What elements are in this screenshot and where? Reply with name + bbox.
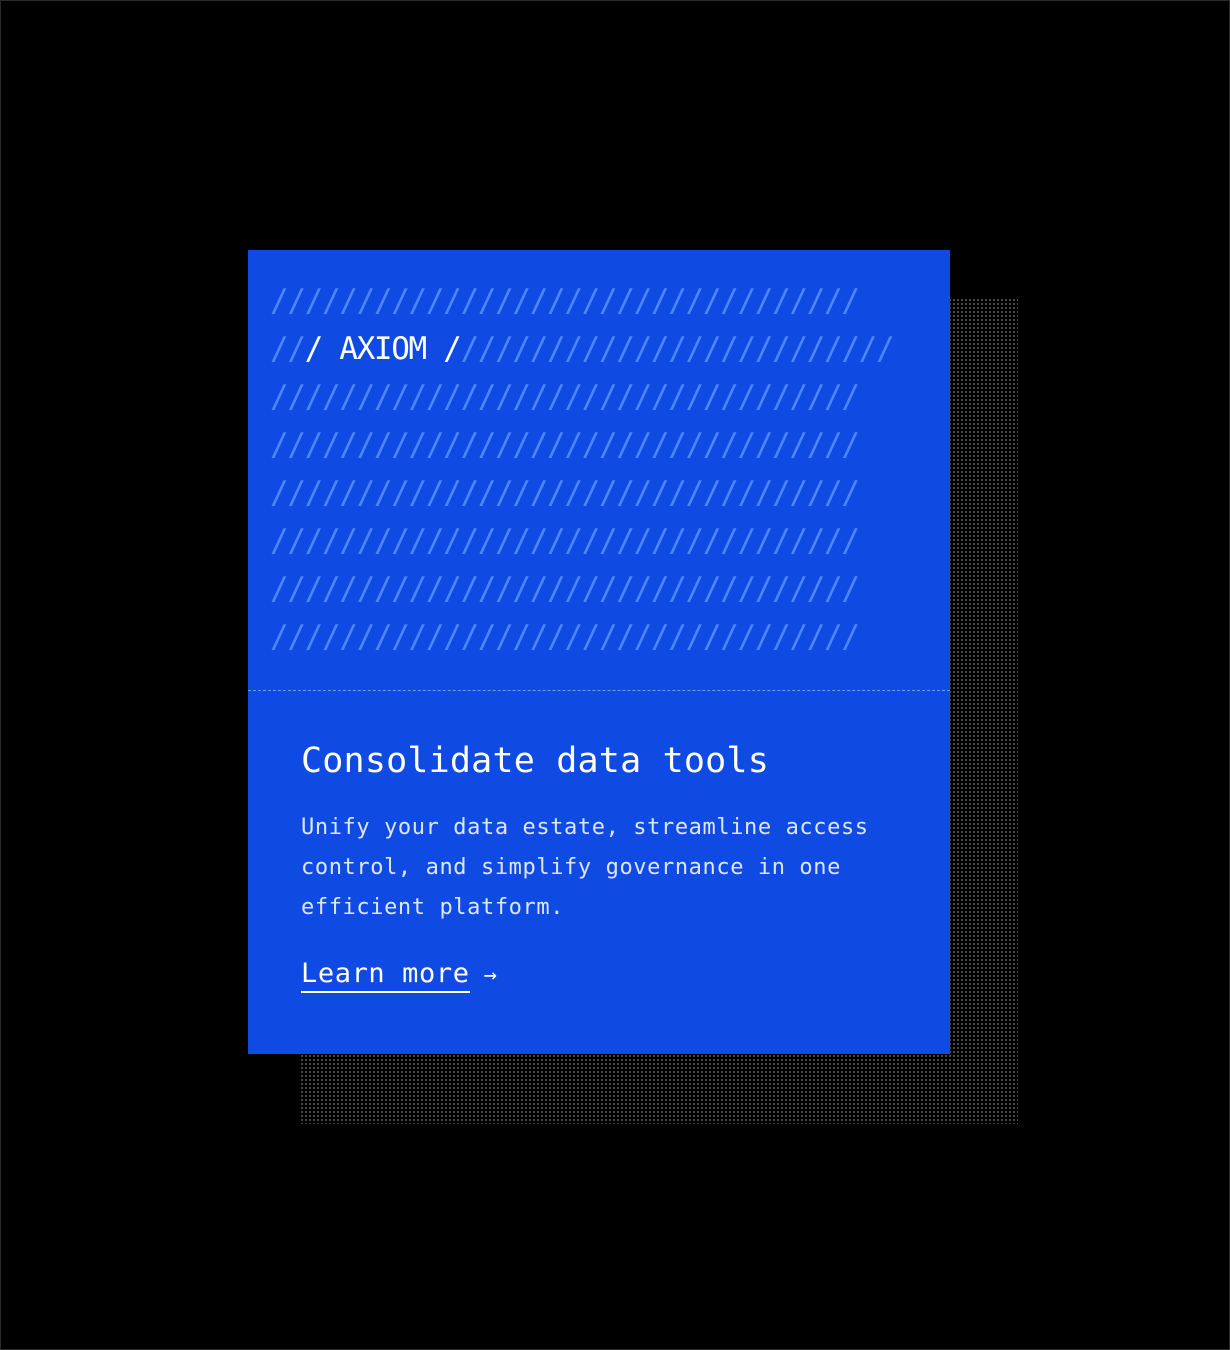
dashed-divider [248, 690, 950, 691]
card-description: Unify your data estate, streamline acces… [301, 815, 869, 920]
brand-logo: / AXIOM / [304, 331, 462, 367]
card-content: Consolidate data tools Unify your data e… [301, 740, 921, 993]
slash-row-prefix: // [270, 331, 306, 367]
arrow-right-icon: → [483, 962, 497, 988]
slash-row: ////////////////////////////////// [270, 619, 860, 655]
learn-more-link[interactable]: Learn more → [301, 958, 497, 993]
slash-row: ////////////////////////////////// [270, 427, 860, 463]
slash-row-tail: ///////////////////////// [460, 331, 894, 367]
card-title: Consolidate data tools [301, 741, 769, 781]
brand-slash-row: /// AXIOM ////////////////////////// [270, 331, 895, 367]
slash-row: ////////////////////////////////// [270, 475, 860, 511]
learn-more-label: Learn more [301, 958, 470, 993]
slash-row: ////////////////////////////////// [270, 379, 860, 415]
slash-row: ////////////////////////////////// [270, 571, 860, 607]
slash-row: ////////////////////////////////// [270, 523, 860, 559]
slash-row: ////////////////////////////////// [270, 283, 860, 319]
